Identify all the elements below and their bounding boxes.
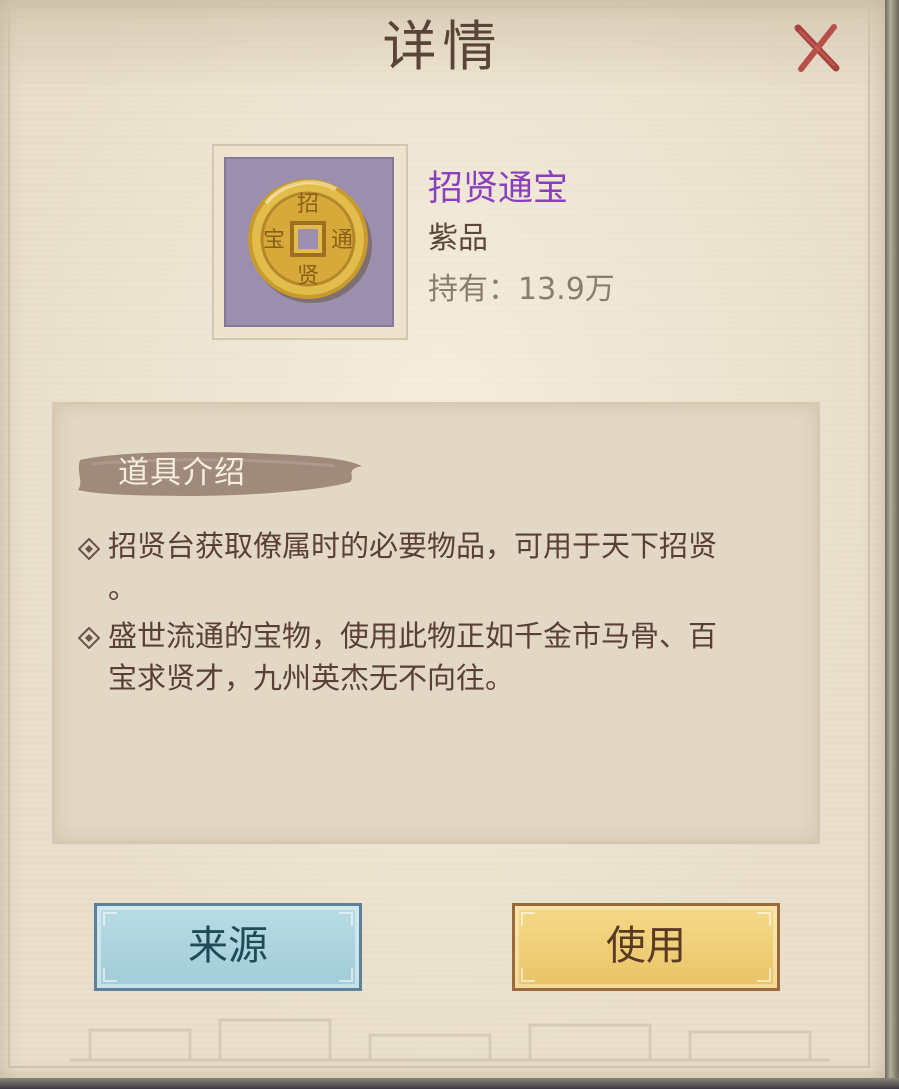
item-icon-slot[interactable]: 招 贤 宝 通 [224,157,394,327]
source-button-label: 来源 [188,923,268,969]
button-corner-ornament [339,968,353,982]
bottom-lattice-ornament [70,1018,830,1062]
item-grade: 紫品 [428,221,488,256]
button-corner-ornament [339,912,353,926]
svg-text:通: 通 [331,228,353,253]
description-line: 招贤台获取僚属时的必要物品，可用于天下招贤 [108,529,718,563]
description-header: 道具介绍 [74,446,364,502]
close-x-icon [794,24,840,72]
diamond-bullet-icon [78,538,100,560]
description-header-label: 道具介绍 [118,455,246,491]
svg-text:贤: 贤 [297,264,319,289]
description-line: 宝求贤才，九州英杰无不向往。 [108,661,515,695]
description-line: 。 [108,571,138,605]
item-name: 招贤通宝 [428,169,569,209]
background-edge [885,0,899,1089]
description-line: 盛世流通的宝物，使用此物正如千金市马骨、百 [108,619,718,653]
button-corner-ornament [103,968,117,982]
diamond-bullet-icon [78,627,100,649]
source-button[interactable]: 来源 [94,903,362,991]
use-button[interactable]: 使用 [512,903,780,991]
copper-coin-icon: 招 贤 宝 通 [248,179,372,303]
svg-text:招: 招 [297,192,319,217]
button-corner-ornament [103,912,117,926]
detail-dialog: 详情 招 贤 宝 通 招贤通宝 紫品 持有：13.9万 道具介绍 招贤台获取僚属… [0,0,885,1080]
background-edge [0,1078,899,1089]
svg-text:宝: 宝 [263,228,285,253]
button-corner-ornament [757,912,771,926]
dialog-title: 详情 [382,15,503,78]
item-owned-count: 持有：13.9万 [428,272,615,307]
close-button[interactable] [790,22,844,76]
button-corner-ornament [757,968,771,982]
use-button-label: 使用 [606,923,686,969]
button-corner-ornament [521,912,535,926]
button-corner-ornament [521,968,535,982]
